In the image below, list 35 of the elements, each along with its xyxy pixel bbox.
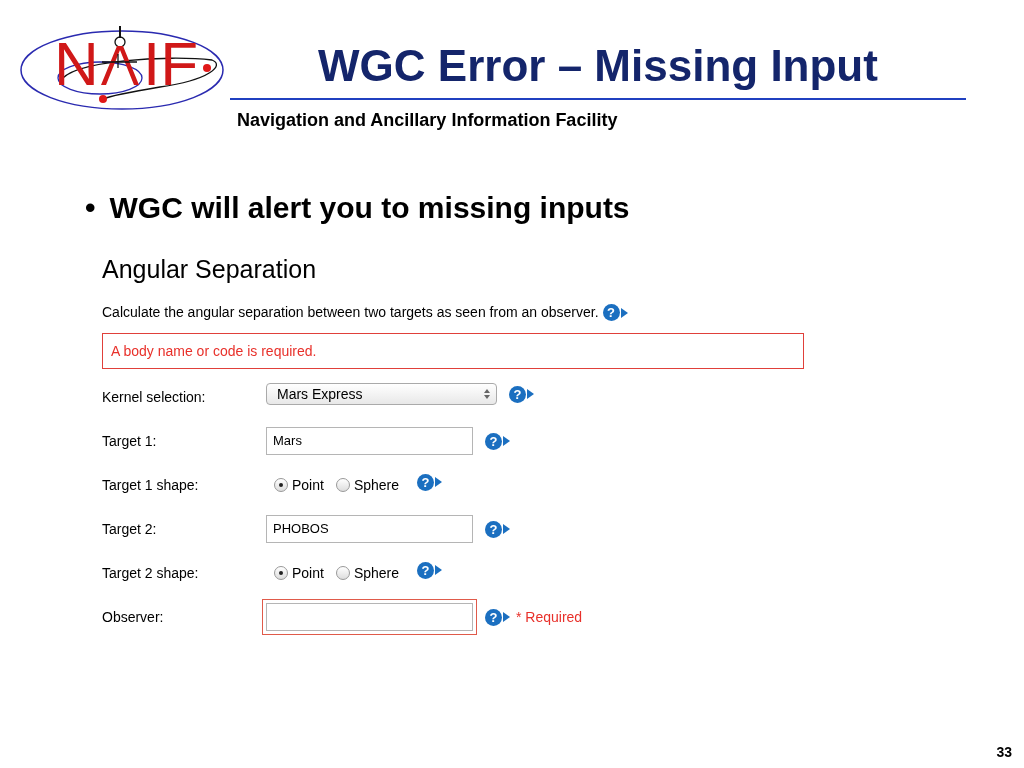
field-label: Target 2 shape: [102, 563, 200, 583]
radio-label: Point [292, 563, 324, 583]
radio-button[interactable] [335, 478, 350, 492]
field-label: Target 1 shape: [102, 475, 200, 495]
input-field[interactable]: PHOBOS [262, 511, 477, 547]
form-description: Calculate the angular separation between two targets as seen from an observer. [102, 303, 599, 322]
form-heading: Angular Separation [102, 254, 317, 284]
radio-button[interactable] [335, 566, 350, 580]
select-field[interactable]: Mars Express [266, 383, 497, 405]
triangle-icon [503, 436, 510, 446]
field-label: Target 2: [102, 519, 158, 539]
triangle-icon [527, 389, 534, 399]
radio-label: Sphere [353, 563, 400, 583]
radio-label: Sphere [353, 475, 400, 495]
triangle-icon [620, 307, 628, 318]
bullet-mark: • [85, 190, 96, 226]
bullet-text: WGC will alert you to missing inputs [109, 190, 630, 226]
input-field[interactable] [262, 599, 477, 635]
subtitle: Navigation and Ancillary Information Facility [237, 109, 618, 131]
page-number: 33 [996, 743, 1012, 762]
triangle-icon [435, 477, 443, 487]
triangle-icon [503, 524, 510, 534]
required-note: * Required [516, 607, 583, 627]
radio-button[interactable] [274, 478, 288, 492]
field-label: Observer: [102, 607, 165, 627]
radio-label: Point [292, 475, 324, 495]
updown-icon [484, 389, 490, 399]
triangle-icon [435, 565, 443, 575]
slide-title: WGC Error – Missing Input [317, 40, 879, 92]
radio-button[interactable] [274, 566, 288, 580]
triangle-icon [503, 612, 510, 622]
error-message: A body name or code is required. [102, 333, 804, 369]
field-label: Target 1: [102, 431, 158, 451]
input-field[interactable]: Mars [262, 423, 477, 459]
field-label: Kernel selection: [102, 387, 207, 407]
